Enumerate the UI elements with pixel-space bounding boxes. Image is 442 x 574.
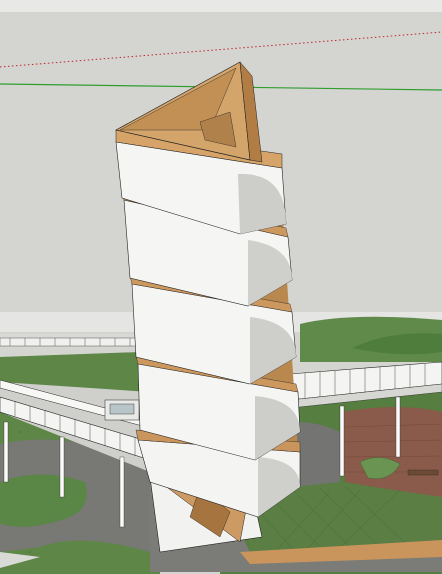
model-canvas[interactable]: [0, 12, 442, 574]
sketchup-viewport[interactable]: [0, 0, 442, 574]
brick-plaza: [340, 407, 442, 497]
far-railing: [0, 337, 141, 347]
